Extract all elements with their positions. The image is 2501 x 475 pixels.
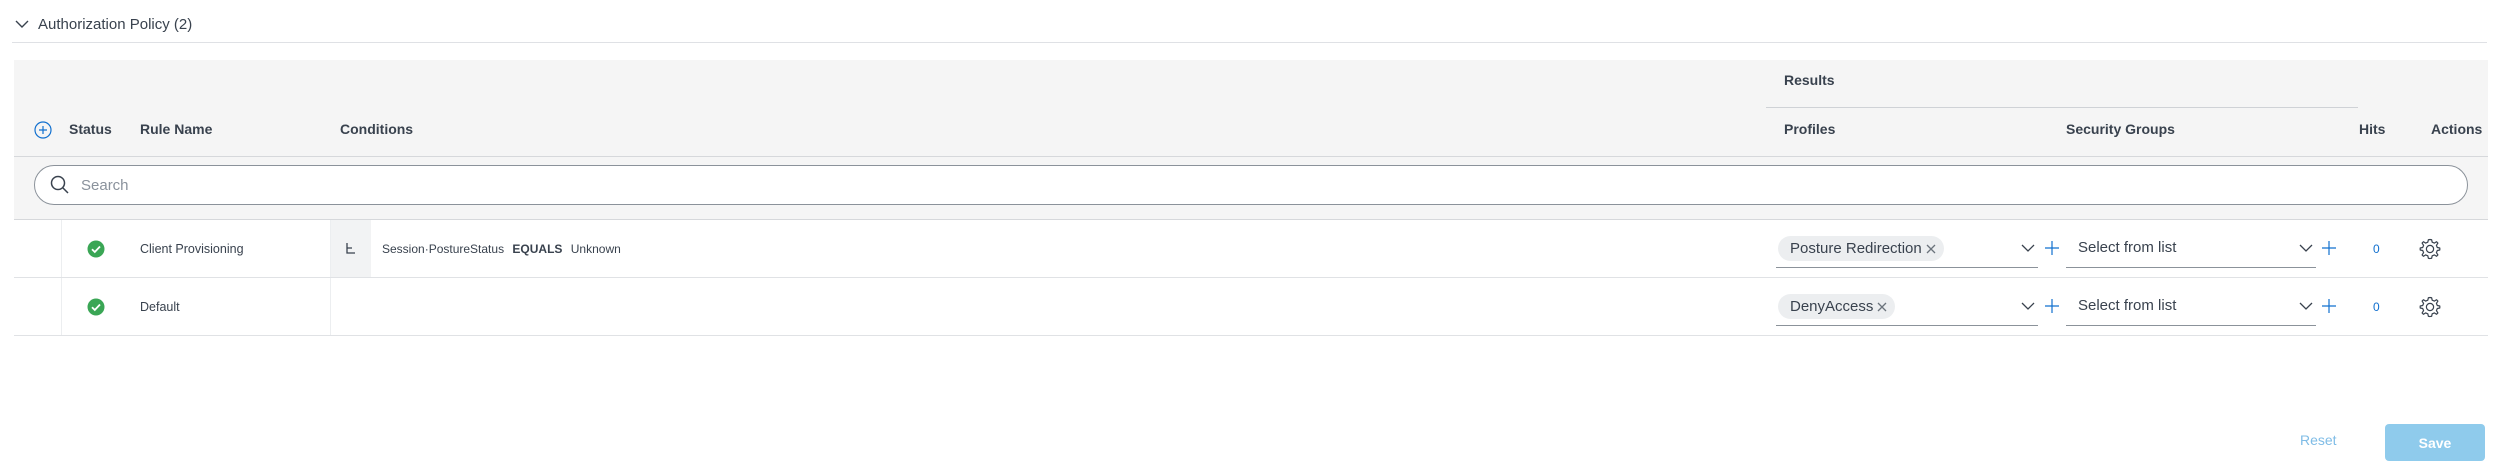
gear-icon[interactable]	[2418, 237, 2442, 261]
chevron-down-icon[interactable]	[12, 14, 32, 34]
section-divider	[12, 42, 2487, 43]
close-icon[interactable]	[1926, 244, 1936, 254]
gear-icon[interactable]	[2418, 295, 2442, 319]
check-circle-icon[interactable]	[87, 298, 105, 316]
security-groups-select[interactable]: Select from list	[2066, 228, 2316, 268]
header-security-groups: Security Groups	[2066, 121, 2175, 137]
save-button[interactable]: Save	[2385, 424, 2485, 461]
condition-value: Unknown	[570, 241, 621, 256]
conditions-cell[interactable]: Session·PostureStatus EQUALS Unknown	[330, 220, 1760, 277]
close-icon[interactable]	[1877, 302, 1887, 312]
header-status: Status	[69, 121, 112, 137]
condition-tree-icon	[331, 220, 371, 277]
plus-icon[interactable]	[2321, 240, 2337, 256]
plus-circle-icon[interactable]	[34, 121, 52, 139]
security-groups-value: Select from list	[2078, 297, 2177, 314]
header-conditions: Conditions	[340, 121, 414, 137]
profiles-select[interactable]: DenyAccess	[1776, 286, 2038, 326]
condition-attribute: Session·PostureStatus	[382, 241, 505, 256]
section-header[interactable]: Authorization Policy (2)	[12, 12, 192, 36]
chevron-down-icon[interactable]	[2298, 299, 2314, 313]
header-results: Results	[1784, 72, 1835, 88]
section-title: Authorization Policy (2)	[38, 15, 193, 33]
profile-chip: Posture Redirection	[1778, 236, 1944, 261]
search-icon	[50, 175, 69, 194]
profile-chip-label: Posture Redirection	[1790, 240, 1922, 257]
rule-name[interactable]: Default	[140, 300, 180, 314]
conditions-cell	[330, 278, 1760, 335]
rule-name[interactable]: Client Provisioning	[140, 242, 244, 256]
table-row: Default DenyAccess Select from list 0	[14, 278, 2488, 336]
row-drag-handle[interactable]	[14, 278, 62, 335]
condition-operator: EQUALS	[512, 241, 563, 256]
chevron-down-icon[interactable]	[2020, 241, 2036, 255]
header-profiles: Profiles	[1784, 121, 1836, 137]
table-row: Client Provisioning Session·PostureStatu…	[14, 220, 2488, 278]
header-rule-name: Rule Name	[140, 121, 213, 137]
search-bar-row	[14, 157, 2488, 220]
header-actions: Actions	[2431, 121, 2483, 137]
hits-count[interactable]: 0	[2373, 300, 2380, 314]
security-groups-value: Select from list	[2078, 239, 2177, 256]
check-circle-icon[interactable]	[87, 240, 105, 258]
table-header: Status Rule Name Conditions Results Prof…	[14, 60, 2488, 157]
plus-icon[interactable]	[2044, 298, 2060, 314]
plus-icon[interactable]	[2321, 298, 2337, 314]
profiles-select[interactable]: Posture Redirection	[1776, 228, 2038, 268]
header-hits: Hits	[2359, 121, 2386, 137]
reset-button[interactable]: Reset	[2300, 432, 2337, 448]
row-drag-handle[interactable]	[14, 220, 62, 277]
chevron-down-icon[interactable]	[2298, 241, 2314, 255]
authorization-policy-table: Status Rule Name Conditions Results Prof…	[14, 60, 2488, 336]
search-input[interactable]	[81, 176, 2270, 194]
condition-expression: Session·PostureStatus EQUALS Unknown	[382, 242, 621, 256]
chevron-down-icon[interactable]	[2020, 299, 2036, 313]
profile-chip: DenyAccess	[1778, 294, 1896, 319]
search-field[interactable]	[34, 165, 2468, 205]
results-group-divider	[1766, 107, 2358, 108]
profile-chip-label: DenyAccess	[1790, 298, 1874, 315]
hits-count[interactable]: 0	[2373, 242, 2380, 256]
security-groups-select[interactable]: Select from list	[2066, 286, 2316, 326]
plus-icon[interactable]	[2044, 240, 2060, 256]
